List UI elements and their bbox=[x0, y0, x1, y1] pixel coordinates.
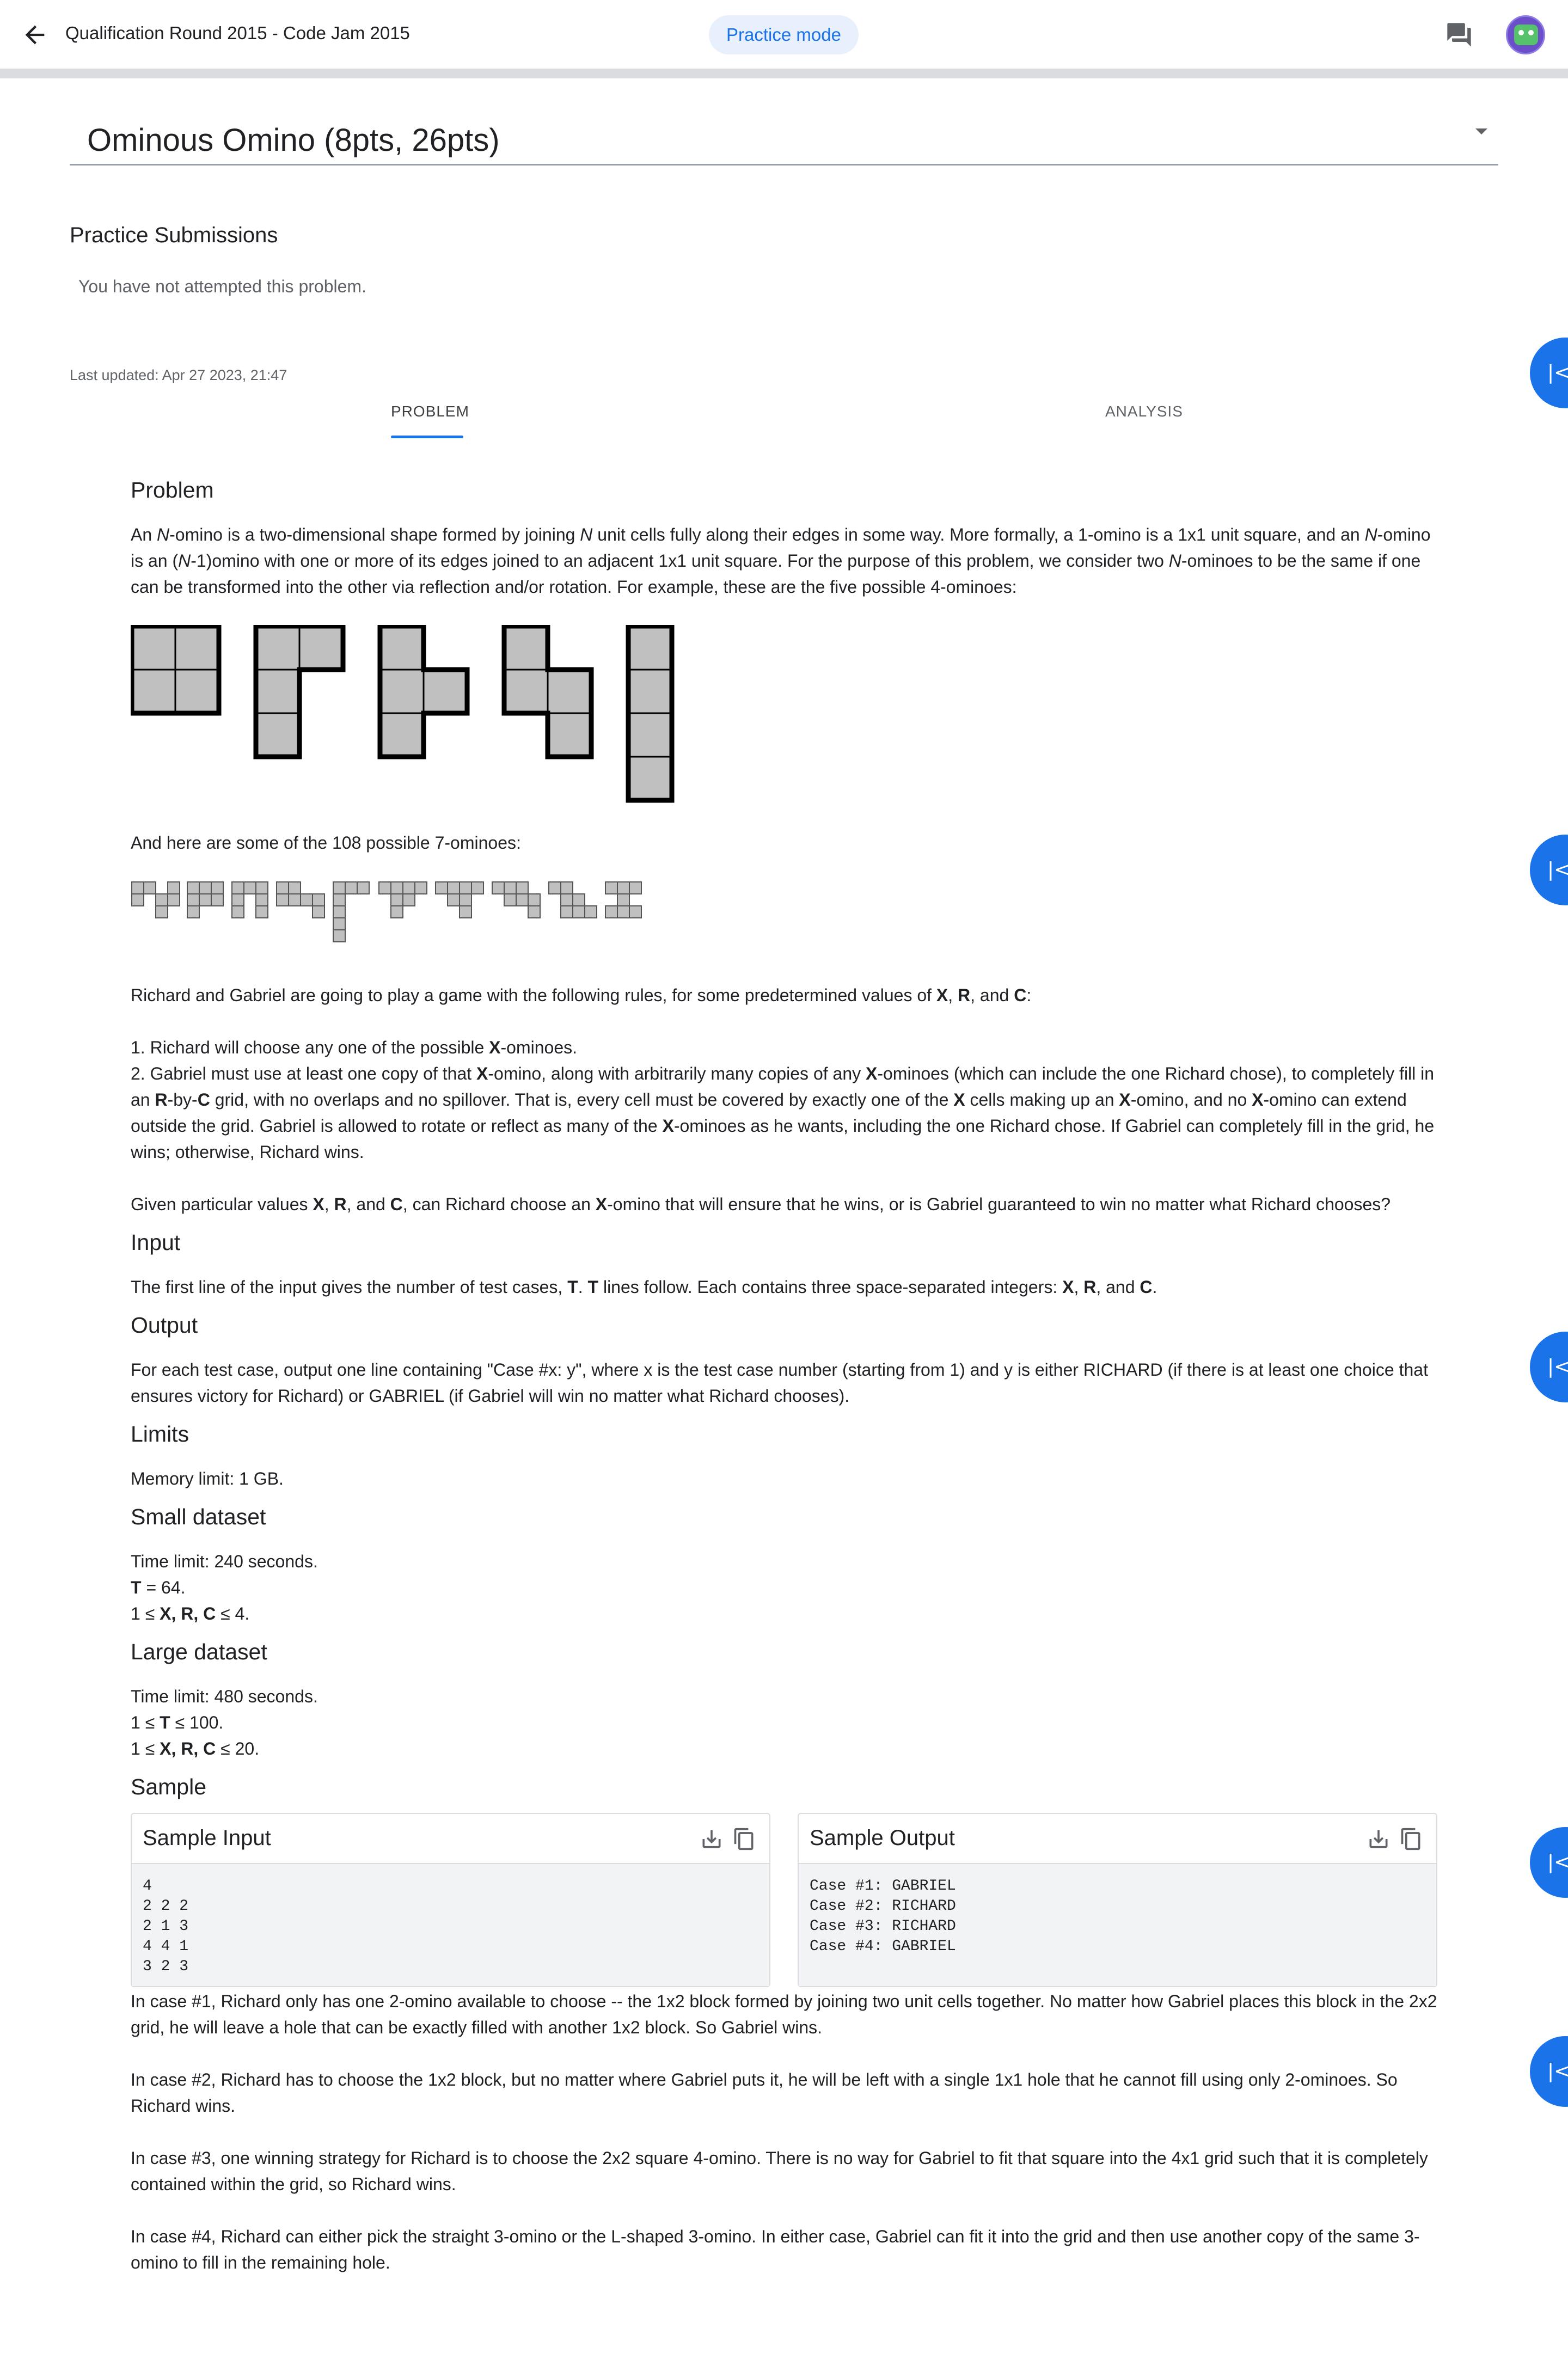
problem-title: Ominous Omino (8pts, 26pts) bbox=[87, 122, 500, 158]
problem-paragraph: Richard and Gabriel are going to play a … bbox=[131, 985, 1032, 1005]
sample-output-code[interactable]: Case #1: GABRIEL Case #2: RICHARD Case #… bbox=[799, 1864, 1436, 1986]
contest-title[interactable]: Qualification Round 2015 - Code Jam 2015 bbox=[65, 23, 410, 44]
side-panel-button[interactable]: |< bbox=[1530, 338, 1568, 408]
explanation-paragraph: In case #3, one winning strategy for Ric… bbox=[131, 2148, 1428, 2194]
output-paragraph: For each test case, output one line cont… bbox=[131, 1360, 1428, 1406]
small-dataset-heading: Small dataset bbox=[131, 1504, 266, 1529]
large-dataset-limits: Time limit: 480 seconds. 1 ≤ T ≤ 100. 1 … bbox=[131, 1687, 318, 1758]
side-panel-button[interactable]: |< bbox=[1530, 835, 1568, 905]
tab-analysis[interactable]: ANALYSIS bbox=[1105, 403, 1183, 420]
caret-down-icon bbox=[1475, 128, 1487, 134]
explanation-paragraph: In case #2, Richard has to choose the 1x… bbox=[131, 2070, 1398, 2116]
rules-list: 1. Richard will choose any one of the po… bbox=[131, 1034, 1437, 1165]
side-panel-button[interactable]: |< bbox=[1530, 1827, 1568, 1898]
sample-input-code[interactable]: 4 2 2 2 2 1 3 4 4 1 3 2 3 bbox=[132, 1864, 769, 1986]
avatar[interactable] bbox=[1506, 15, 1545, 54]
sample-panels: Sample Input 4 2 2 2 2 1 3 4 4 1 3 2 3 S… bbox=[131, 1813, 1437, 1987]
download-icon[interactable] bbox=[1367, 1827, 1391, 1851]
omino-t bbox=[377, 625, 470, 759]
rule-item: 1. Richard will choose any one of the po… bbox=[131, 1038, 577, 1057]
back-arrow-icon[interactable] bbox=[21, 21, 49, 49]
avatar-detail bbox=[1528, 30, 1534, 35]
small-dataset-limits: Time limit: 240 seconds. T = 64. 1 ≤ X, … bbox=[131, 1552, 318, 1623]
large-dataset-heading: Large dataset bbox=[131, 1639, 267, 1664]
practice-mode-chip[interactable]: Practice mode bbox=[709, 15, 859, 54]
side-panel-button[interactable]: |< bbox=[1530, 1332, 1568, 1402]
omino-square bbox=[131, 625, 222, 716]
collapse-left-icon: |< bbox=[1547, 361, 1568, 384]
collapse-left-icon: |< bbox=[1547, 2060, 1568, 2082]
problem-heading: Problem bbox=[131, 477, 214, 502]
memory-limit-text: Memory limit: 1 GB. bbox=[131, 1469, 284, 1488]
sample-output-panel: Sample Output Case #1: GABRIEL Case #2: … bbox=[798, 1813, 1437, 1987]
problem-statement: Problem An N-omino is a two-dimensional … bbox=[131, 474, 1437, 2302]
problem-paragraph: And here are some of the 108 possible 7-… bbox=[131, 833, 521, 853]
explanation-paragraph: In case #4, Richard can either pick the … bbox=[131, 2227, 1420, 2272]
heptomino-figure bbox=[131, 881, 642, 942]
sample-heading: Sample bbox=[131, 1774, 207, 1799]
sample-output-header: Sample Output bbox=[799, 1814, 1436, 1864]
output-heading: Output bbox=[131, 1313, 198, 1338]
active-tab-indicator bbox=[391, 436, 463, 438]
submissions-heading: Practice Submissions bbox=[70, 223, 278, 247]
problem-paragraph: An N-omino is a two-dimensional shape fo… bbox=[131, 525, 1431, 597]
last-updated-text: Last updated: Apr 27 2023, 21:47 bbox=[70, 367, 287, 383]
rule-item: 2. Gabriel must use at least one copy of… bbox=[131, 1064, 1435, 1162]
collapse-left-icon: |< bbox=[1547, 1851, 1568, 1873]
problem-selector[interactable]: Ominous Omino (8pts, 26pts) bbox=[70, 107, 1498, 166]
input-heading: Input bbox=[131, 1230, 181, 1255]
limits-heading: Limits bbox=[131, 1421, 189, 1447]
input-paragraph: The first line of the input gives the nu… bbox=[131, 1277, 1157, 1297]
collapse-left-icon: |< bbox=[1547, 859, 1568, 881]
omino-l bbox=[253, 625, 346, 759]
download-icon[interactable] bbox=[700, 1827, 724, 1851]
side-panel-button[interactable]: |< bbox=[1530, 2036, 1568, 2107]
copy-icon[interactable] bbox=[1399, 1827, 1423, 1851]
tetromino-figure bbox=[131, 625, 675, 803]
feedback-icon[interactable] bbox=[1445, 21, 1473, 49]
omino-s bbox=[501, 625, 594, 759]
avatar-image-icon bbox=[1514, 24, 1538, 45]
avatar-detail bbox=[1518, 30, 1524, 35]
collapse-left-icon: |< bbox=[1547, 1356, 1568, 1378]
explanation-paragraph: In case #1, Richard only has one 2-omino… bbox=[131, 1991, 1437, 2037]
sample-output-title: Sample Output bbox=[810, 1826, 955, 1850]
tab-problem[interactable]: PROBLEM bbox=[391, 403, 469, 420]
copy-icon[interactable] bbox=[732, 1827, 756, 1851]
submissions-empty-text: You have not attempted this problem. bbox=[78, 277, 366, 296]
sample-input-header: Sample Input bbox=[132, 1814, 769, 1864]
problem-paragraph: Given particular values X, R, and C, can… bbox=[131, 1194, 1391, 1214]
omino-i bbox=[626, 625, 675, 803]
top-bar: Qualification Round 2015 - Code Jam 2015… bbox=[0, 0, 1568, 70]
top-bar-divider bbox=[0, 69, 1568, 78]
sample-input-title: Sample Input bbox=[143, 1826, 271, 1850]
sample-input-panel: Sample Input 4 2 2 2 2 1 3 4 4 1 3 2 3 bbox=[131, 1813, 770, 1987]
